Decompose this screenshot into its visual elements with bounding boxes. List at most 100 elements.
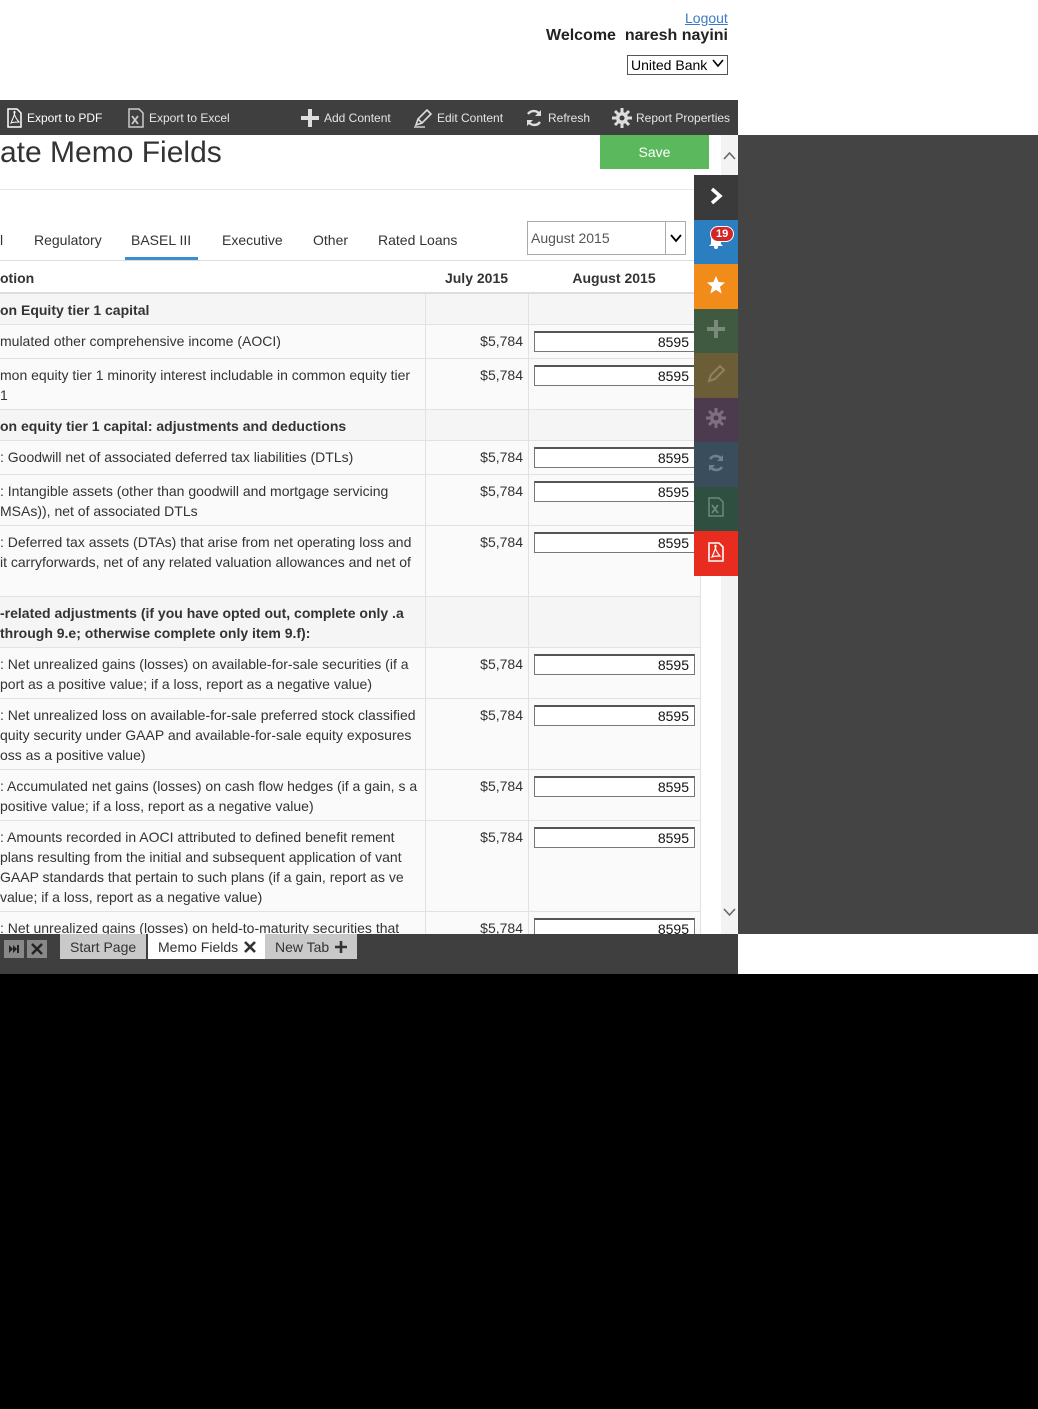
description-cell: : Goodwill net of associated deferred ta… <box>0 449 354 465</box>
pdf-icon <box>707 541 725 565</box>
august-value-input[interactable]: 8595 <box>534 447 695 468</box>
side-excel-button[interactable] <box>694 486 738 531</box>
july-value: $5,784 <box>480 333 523 349</box>
table-row: : Accumulated net gains (losses) on cash… <box>0 770 701 821</box>
tab-other[interactable]: Other <box>313 232 348 248</box>
report-properties-label: Report Properties <box>636 110 731 125</box>
bank-select-value: United Bank <box>631 57 708 73</box>
welcome-label: Welcome <box>546 27 616 44</box>
tab-regulatory[interactable]: Regulatory <box>34 232 102 248</box>
column-divider <box>700 821 701 912</box>
column-divider <box>528 597 529 648</box>
side-star-button[interactable] <box>694 264 738 309</box>
report-content: ate Memo Fields Save l Regulatory BASEL … <box>0 135 738 934</box>
report-properties-button[interactable]: Report Properties <box>612 100 730 135</box>
month-select[interactable]: August 2015 <box>527 221 686 255</box>
column-header-description: otion <box>0 269 35 286</box>
side-gear-button[interactable] <box>694 397 738 442</box>
column-divider <box>425 526 426 597</box>
description-cell: mon equity tier 1 minority interest incl… <box>0 367 411 403</box>
pencil-icon <box>706 364 726 387</box>
august-value-input[interactable]: 8595 <box>534 705 695 726</box>
chevron-down-icon <box>712 57 724 75</box>
side-chevron-right-button[interactable] <box>694 175 738 220</box>
edit-content-label: Edit Content <box>437 110 504 125</box>
refresh-button[interactable]: Refresh <box>524 100 590 135</box>
table-row: : Net unrealized loss on available-for-s… <box>0 699 701 770</box>
column-divider <box>425 770 426 821</box>
column-divider <box>528 821 529 912</box>
bank-select[interactable]: United Bank <box>627 55 728 75</box>
column-divider <box>425 699 426 770</box>
column-divider <box>528 294 529 325</box>
column-divider <box>528 770 529 821</box>
bottom-tab-memo-fields[interactable]: Memo Fields <box>148 934 267 959</box>
plus-icon <box>301 108 319 127</box>
refresh-label: Refresh <box>548 110 591 125</box>
description-cell: -related adjustments (if you have opted … <box>0 605 404 641</box>
tab-rated-loans[interactable]: Rated Loans <box>378 232 457 248</box>
tab-executive[interactable]: Executive <box>222 232 283 248</box>
username: naresh nayini <box>624 27 728 44</box>
column-divider <box>425 294 426 325</box>
export-excel-label: Export to Excel <box>149 110 230 125</box>
save-button[interactable]: Save <box>600 135 709 169</box>
description-cell: : Deferred tax assets (DTAs) that arise … <box>0 534 412 570</box>
add-content-button[interactable]: Add Content <box>300 100 391 135</box>
side-plus-button[interactable] <box>694 308 738 353</box>
bottom-tab-label: New Tab <box>275 938 330 955</box>
description-cell: : Accumulated net gains (losses) on cash… <box>0 778 418 814</box>
column-divider <box>528 359 529 410</box>
table-row: : Net unrealized gains (losses) on avail… <box>0 648 701 699</box>
july-value: $5,784 <box>480 449 523 465</box>
section-row: on Equity tier 1 capital <box>0 294 701 325</box>
column-divider <box>425 597 426 648</box>
scroll-up-icon[interactable] <box>723 151 736 161</box>
skip-end-icon[interactable] <box>4 940 24 958</box>
logout-link[interactable]: Logout <box>685 10 728 26</box>
column-divider <box>425 441 426 475</box>
description-cell: on Equity tier 1 capital <box>0 302 150 318</box>
edit-content-button[interactable]: Edit Content <box>413 100 503 135</box>
side-action-panel: 19 <box>694 175 738 576</box>
column-divider <box>528 325 529 359</box>
scroll-down-icon[interactable] <box>723 907 736 917</box>
export-excel-button[interactable]: Export to Excel <box>127 100 230 135</box>
tab-partial[interactable]: l <box>0 232 3 248</box>
bottom-tab-new-tab[interactable]: New Tab <box>265 934 358 959</box>
august-value-input[interactable]: 8595 <box>534 331 695 352</box>
side-pencil-button[interactable] <box>694 353 738 398</box>
july-value: $5,784 <box>480 829 523 845</box>
column-divider <box>528 410 529 441</box>
chevron-down-icon <box>665 222 685 254</box>
pencil-icon <box>414 108 433 128</box>
column-divider <box>425 475 426 526</box>
side-pdf-button[interactable] <box>694 531 738 576</box>
column-divider <box>425 648 426 699</box>
bottom-tab-label: Memo Fields <box>158 938 239 955</box>
export-pdf-button[interactable]: Export to PDF <box>6 100 102 135</box>
table-row: : Net unrealized gains (losses) on held-… <box>0 912 701 934</box>
star-icon <box>706 275 726 298</box>
description-cell: : Net unrealized gains (losses) on avail… <box>0 656 409 692</box>
august-value-input[interactable]: 8595 <box>534 532 695 553</box>
column-divider <box>425 821 426 912</box>
column-divider <box>528 648 529 699</box>
column-divider <box>425 325 426 359</box>
august-value-input[interactable]: 8595 <box>534 918 695 934</box>
description-cell: : Net unrealized gains (losses) on held-… <box>0 920 400 934</box>
table-row: mon equity tier 1 minority interest incl… <box>0 359 701 410</box>
close-icon[interactable] <box>244 940 257 953</box>
august-value-input[interactable]: 8595 <box>534 654 695 675</box>
side-bell-button[interactable]: 19 <box>694 219 738 264</box>
close-all-icon[interactable] <box>27 940 47 958</box>
july-value: $5,784 <box>480 707 523 723</box>
august-value-input[interactable]: 8595 <box>534 827 695 848</box>
column-divider <box>700 770 701 821</box>
tab-basel-iii[interactable]: BASEL III <box>131 232 191 248</box>
august-value-input[interactable]: 8595 <box>534 481 695 502</box>
august-value-input[interactable]: 8595 <box>534 776 695 797</box>
bottom-tab-start-page[interactable]: Start Page <box>60 934 147 959</box>
side-refresh-button[interactable] <box>694 442 738 487</box>
august-value-input[interactable]: 8595 <box>534 365 695 386</box>
